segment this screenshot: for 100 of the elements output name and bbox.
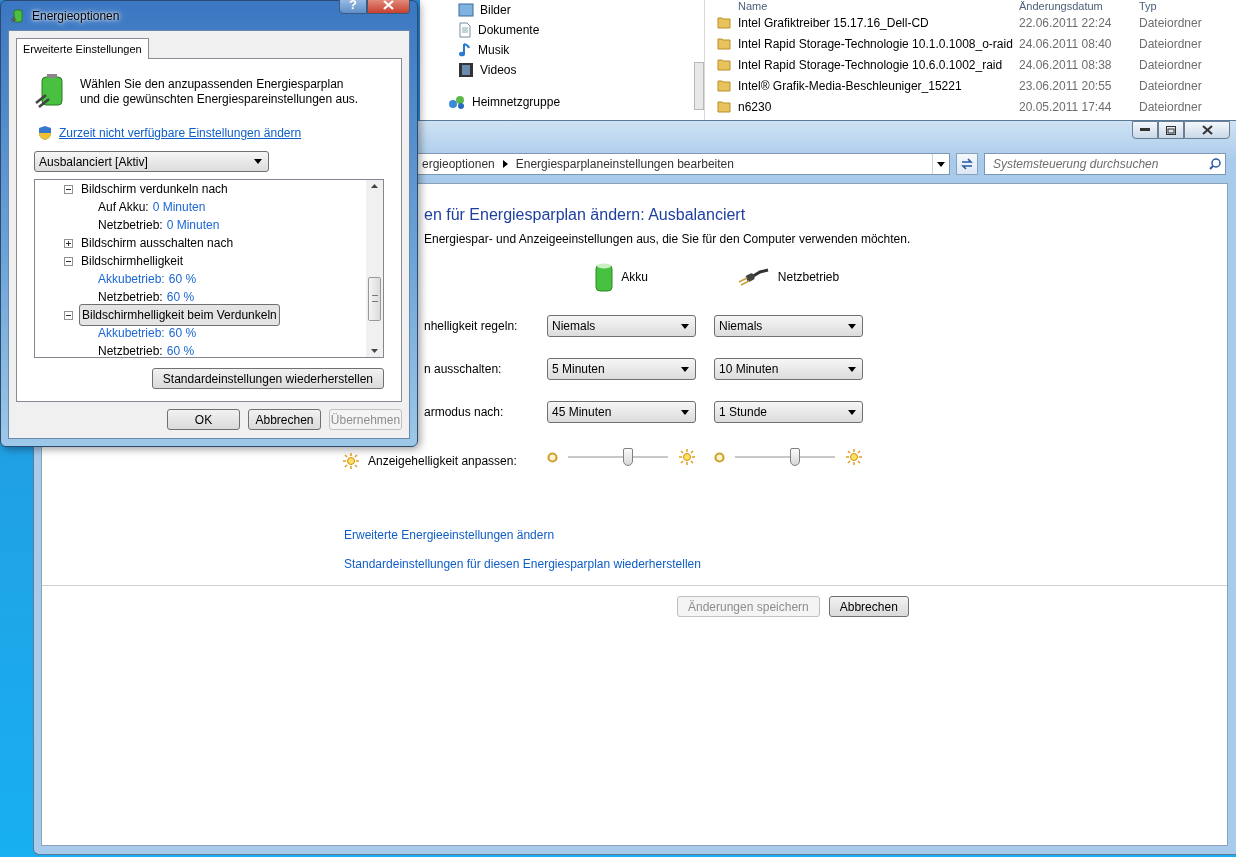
scrollbar-thumb[interactable] xyxy=(368,276,381,321)
nav-item[interactable]: Videos xyxy=(458,60,517,80)
refresh-icon xyxy=(960,158,974,170)
tree-setting[interactable]: Netzbetrieb: 0 Minuten xyxy=(35,216,366,234)
dropdown-arrow-icon xyxy=(848,409,856,415)
nav-item[interactable]: Musik xyxy=(458,40,510,60)
scroll-down-icon xyxy=(371,349,378,353)
plan-dropdown[interactable]: Ausbalanciert [Aktiv] xyxy=(34,151,269,172)
folder-icon xyxy=(717,58,731,71)
tree-item[interactable]: Bildschirm ausschalten nach xyxy=(79,236,236,250)
dropdown-arrow-icon xyxy=(681,323,689,329)
settings-link[interactable]: Standardeinstellungen für diesen Energiesparplan wiederherstellen xyxy=(344,557,701,571)
setting-dropdown[interactable]: 10 Minuten xyxy=(714,358,863,380)
page-heading: en für Energiesparplan ändern: Ausbalanciert xyxy=(424,206,747,224)
refresh-button[interactable] xyxy=(956,153,978,175)
sun-icon xyxy=(678,448,696,466)
minimize-button[interactable] xyxy=(1132,121,1158,139)
setting-label: n ausschalten: xyxy=(423,362,503,376)
settings-link[interactable]: Erweiterte Energieeinstellungen ändern xyxy=(344,528,555,542)
file-date: 24.06.2011 08:40 xyxy=(1019,36,1113,51)
scrollbar-thumb[interactable] xyxy=(694,62,704,110)
file-type: Dateiordner xyxy=(1139,36,1203,51)
file-name: Intel Grafiktreiber 15.17.16_Dell-CD xyxy=(738,15,930,30)
dropdown-arrow-icon xyxy=(848,366,856,372)
dropdown-arrow-icon xyxy=(681,366,689,372)
scroll-up-icon xyxy=(371,184,378,188)
cancel-button[interactable]: Abbrechen xyxy=(828,596,909,617)
folder-icon xyxy=(717,79,731,92)
file-date: 22.06.2011 22:24 xyxy=(1019,15,1113,30)
dim-sun-icon xyxy=(714,451,725,463)
sun-icon xyxy=(845,448,863,466)
sun-icon xyxy=(342,452,360,470)
power-plan-icon xyxy=(10,7,26,24)
file-type: Dateiordner xyxy=(1139,99,1203,114)
file-date: 24.06.2011 08:38 xyxy=(1019,57,1113,72)
tree-item[interactable]: Bildschirm verdunkeln nach xyxy=(79,182,230,196)
file-name: n6230 xyxy=(738,99,773,114)
setting-dropdown[interactable]: 1 Stunde xyxy=(714,401,863,423)
collapse-icon[interactable] xyxy=(64,310,73,320)
column-label: Netzbetrieb xyxy=(777,270,840,284)
dropdown-arrow-icon xyxy=(848,323,856,329)
tree-setting[interactable]: Akkubetrieb: 60 % xyxy=(35,270,366,288)
close-button[interactable] xyxy=(367,0,410,14)
dialog-button[interactable]: OK xyxy=(167,409,240,430)
file-type: Dateiordner xyxy=(1139,78,1203,93)
column-header[interactable]: Name xyxy=(738,0,1019,12)
tree-setting[interactable]: Netzbetrieb: 60 % xyxy=(35,342,366,360)
collapse-icon[interactable] xyxy=(64,184,73,194)
search-field[interactable]: Systemsteuerung durchsuchen xyxy=(984,153,1226,175)
battery-icon xyxy=(595,262,614,292)
search-icon xyxy=(1209,158,1221,170)
tree-setting[interactable]: Netzbetrieb: 60 % xyxy=(35,288,366,306)
file-name: Intel Rapid Storage-Technologie 10.1.0.1008_o-raid xyxy=(738,36,1014,51)
dialog-button[interactable]: Abbrechen xyxy=(248,409,321,430)
close-button[interactable] xyxy=(1184,121,1230,139)
nav-item[interactable]: Heimnetzgruppe xyxy=(448,92,561,112)
close-icon xyxy=(1201,125,1213,135)
tree-item[interactable]: Bildschirmhelligkeit xyxy=(79,254,186,268)
picture-icon xyxy=(458,3,474,17)
column-header[interactable]: Änderungsdatum xyxy=(1019,0,1139,12)
chevron-icon xyxy=(502,160,508,168)
setting-dropdown[interactable]: 45 Minuten xyxy=(547,401,696,423)
description-text: Energiespar- und Anzeigeeinstellungen aus, die Sie für den Computer verwenden möchten. xyxy=(424,232,912,246)
setting-dropdown[interactable]: 5 Minuten xyxy=(547,358,696,380)
slider-thumb[interactable] xyxy=(623,448,633,466)
film-icon xyxy=(458,62,474,78)
restore-defaults-button[interactable]: Standardeinstellungen wiederherstellen xyxy=(151,368,384,389)
nav-item[interactable]: Bilder xyxy=(458,0,511,20)
setting-dropdown[interactable]: Niemals xyxy=(714,315,863,337)
column-header[interactable]: Typ xyxy=(1139,0,1229,12)
maximize-button[interactable] xyxy=(1158,121,1184,139)
expand-icon[interactable] xyxy=(64,238,73,248)
maximize-icon xyxy=(1166,125,1176,135)
scrollbar[interactable] xyxy=(366,180,383,357)
file-type: Dateiordner xyxy=(1139,57,1203,72)
settings-link[interactable]: Zurzeit nicht verfügbare Einstellungen ändern xyxy=(59,126,302,140)
intro-text: Wählen Sie den anzupassenden Energiesparplan und die gewünschten Energiespareinstellungen aus. xyxy=(80,77,360,107)
tree-setting[interactable]: Akkubetrieb: 60 % xyxy=(35,324,366,342)
close-icon xyxy=(383,0,394,10)
dropdown-arrow-icon xyxy=(254,159,262,164)
plug-icon xyxy=(737,268,770,286)
slider-thumb[interactable] xyxy=(790,448,800,466)
breadcrumb-item[interactable]: Energiesparplaneinstellungen bearbeiten xyxy=(515,157,734,171)
setting-label: Anzeigehelligkeit anpassen: xyxy=(368,454,517,468)
dropdown-arrow-icon xyxy=(937,161,945,167)
folder-icon xyxy=(717,37,731,50)
collapse-icon[interactable] xyxy=(64,256,73,266)
tab[interactable]: Erweiterte Einstellungen xyxy=(16,38,149,59)
setting-label: nhelligkeit regeln: xyxy=(423,319,519,333)
minimize-icon xyxy=(1140,128,1150,132)
file-date: 20.05.2011 17:44 xyxy=(1019,99,1113,114)
file-name: Intel Rapid Storage-Technologie 10.6.0.1002_raid xyxy=(738,57,1004,72)
breadcrumb-item[interactable]: ergieoptionen xyxy=(422,157,495,171)
tree-item[interactable]: Bildschirmhelligkeit beim Verdunkeln xyxy=(79,304,280,326)
file-date: 23.06.2011 20:55 xyxy=(1019,78,1113,93)
nav-item[interactable]: Dokumente xyxy=(458,20,540,40)
tree-setting[interactable]: Auf Akku: 0 Minuten xyxy=(35,198,366,216)
file-name: Intel® Grafik-Media-Beschleuniger_15221 xyxy=(738,78,963,93)
file-type: Dateiordner xyxy=(1139,15,1203,30)
setting-dropdown[interactable]: Niemals xyxy=(547,315,696,337)
